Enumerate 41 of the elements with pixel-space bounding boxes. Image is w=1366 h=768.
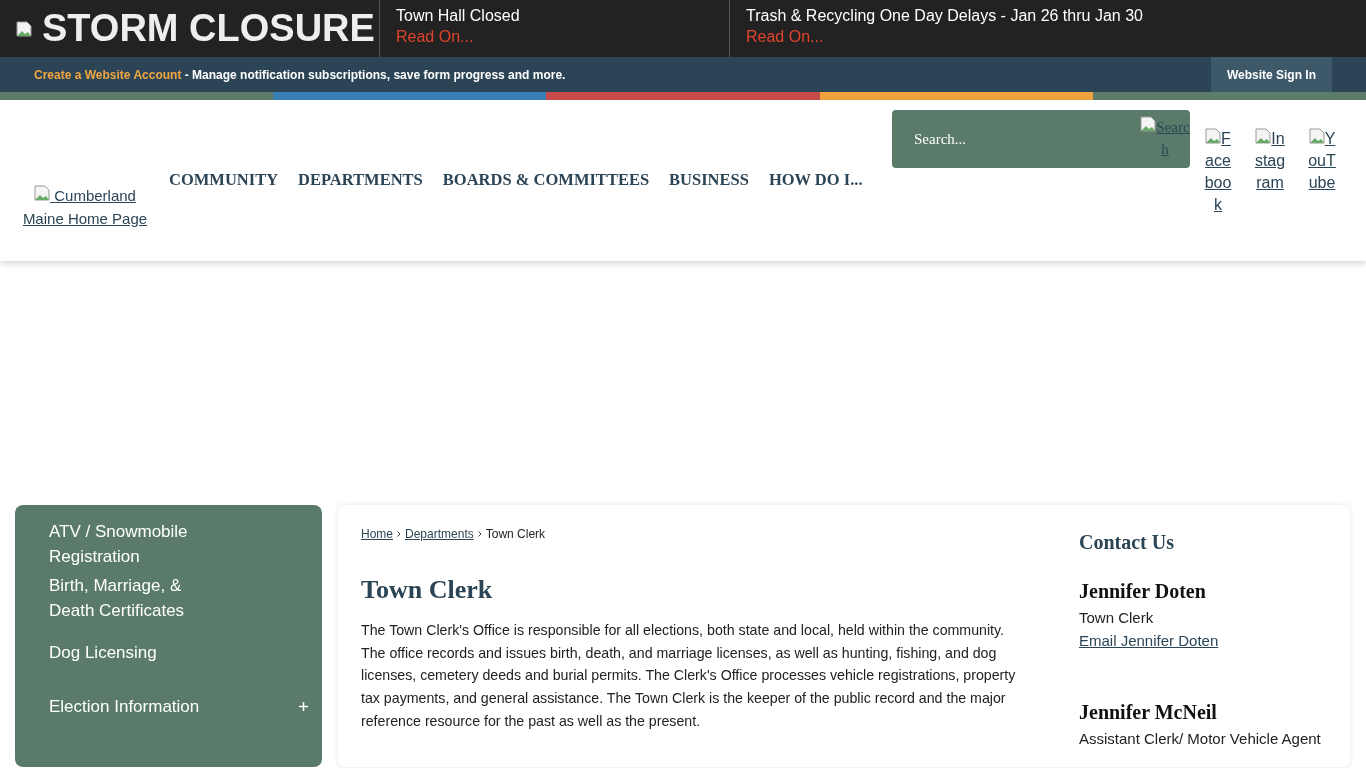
nav-item[interactable]: BUSINESS [669,170,749,190]
breadcrumb-link[interactable]: Departments [405,527,474,541]
nav-item[interactable]: COMMUNITY [169,170,279,190]
social-link[interactable]: YouTube [1306,128,1338,261]
sign-in-button[interactable]: Website Sign In [1210,57,1332,92]
create-account-link[interactable]: Create a Website Account [34,67,182,82]
contact-name: Jennifer Doten [1079,580,1207,603]
nav-item[interactable]: HOW DO I... [768,170,863,190]
broken-image-icon [1255,128,1272,144]
body-paragraph: The Town Clerk's Office is responsible for all elections, both state and local, held within the community. The office records and issues birth, death, and marriage licenses, as well as hunting, fishing, and dog licenses, cemetery deeds and burial permits. The Clerk's Office processes vehicle registrations, property tax payments, and general assistance. The Town Clerk is the keeper of the public record and the major reference resource for the past as well as the present. [361,621,1017,731]
broken-image-icon [16,20,32,37]
chevron-icon [477,531,482,537]
alert-headline: Town Hall Closed [396,6,520,25]
social-link[interactable]: Instagram [1254,128,1286,261]
broken-image-icon [1140,116,1157,132]
contact-role: Town Clerk [1079,609,1155,626]
breadcrumb-current: Town Clerk [485,527,546,541]
nav-item[interactable]: BOARDS & COMMITTEES [442,170,650,190]
page-title: Town Clerk [361,575,494,605]
sidebar-item[interactable]: Birth, Marriage, & Death Certificates [15,571,322,625]
alert-title: STORM CLOSURE [42,7,375,50]
home-logo-link[interactable]: Cumberland Maine Home Page [15,184,155,261]
plus-icon[interactable] [299,701,308,711]
sidebar-item[interactable]: Dog Licensing [15,625,322,679]
account-text: - Manage notification subscriptions, save form progress and more. [183,67,567,82]
alert-headline: Trash & Recycling One Day Delays - Jan 26 thru Jan 30 [746,6,1143,25]
nav-item[interactable]: DEPARTMENTS [298,170,423,190]
read-on-link[interactable]: Read On... [746,27,824,46]
social-link[interactable]: Facebook [1202,128,1234,261]
breadcrumb-link[interactable]: Home [361,527,393,541]
sidebar-item[interactable]: ATV / Snowmobile Registration [15,517,322,571]
email-link[interactable]: Email Jennifer Doten [1079,632,1219,649]
contact-heading: Contact Us [1079,531,1175,554]
broken-image-icon [1205,128,1222,144]
broken-image-icon [34,185,51,201]
broken-image-icon [1308,128,1325,144]
read-on-link[interactable]: Read On... [396,27,474,46]
sidebar-item[interactable]: Election Information [15,679,322,733]
chevron-icon [397,531,401,537]
contact-name: Jennifer McNeil [1079,701,1218,724]
contact-role: Assistant Clerk/ Motor Vehicle Agent [1079,730,1322,747]
